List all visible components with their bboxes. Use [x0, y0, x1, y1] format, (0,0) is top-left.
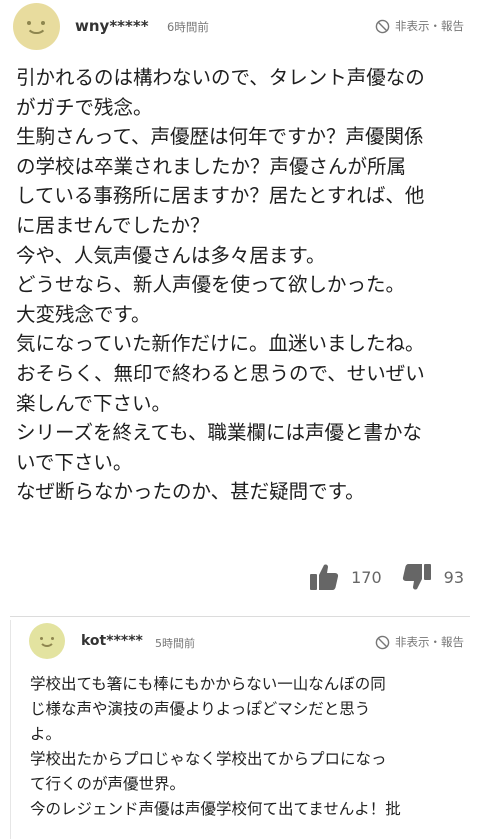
- smiley-avatar-icon[interactable]: [29, 623, 65, 659]
- avatar-mouth: [26, 24, 47, 34]
- dislike-count: 93: [443, 567, 464, 587]
- comment-line: おそらく、無印で終わると思うので、せいぜい: [16, 361, 425, 385]
- comment-body: 学校出ても箸にも棒にもかからない一山なんぼの同 じ様な声や演技の声優よりよっぽど…: [30, 672, 401, 822]
- comment-line: 学校出たからプロじゃなく学校出てからプロになっ: [30, 750, 387, 768]
- comment-line: の学校は卒業されましたか？声優さんが所属: [16, 154, 407, 178]
- comment-line: 楽しんで下さい。: [16, 391, 172, 415]
- dislike-button[interactable]: 93: [402, 563, 464, 591]
- comment-line: している事務所に居ますか？居たとすれば、他: [16, 184, 425, 208]
- ban-icon: [375, 19, 390, 33]
- thumbs-down-icon: [402, 564, 431, 590]
- comment-line: 引かれるのは構わないので、タレント声優なの: [16, 66, 425, 89]
- comment-username[interactable]: wny*****: [75, 17, 149, 35]
- comment-timestamp: 6時間前: [167, 20, 209, 34]
- avatar-mouth: [39, 639, 55, 647]
- ban-icon: [375, 635, 390, 649]
- comment-line: に居ませんでしたか？: [16, 213, 210, 237]
- hide-report-label: 非表示・報告: [395, 635, 464, 649]
- comment-line: いで下さい。: [16, 450, 133, 474]
- comment-line: なぜ断らなかったのか、甚だ疑問です。: [16, 480, 365, 504]
- hide-report-button[interactable]: 非表示・報告: [375, 634, 464, 650]
- comment-line: 学校出ても箸にも棒にもかからない一山なんぼの同: [30, 675, 386, 693]
- comment-line: 今のレジェンド声優は声優学校何て出てませんよ！批: [30, 800, 401, 818]
- comment-line: 大変残念です。: [16, 302, 151, 326]
- smiley-avatar-icon[interactable]: [13, 3, 60, 50]
- comment-line: がガチで残念。: [16, 95, 153, 119]
- vote-bar: 170 93: [309, 563, 464, 591]
- hide-report-label: 非表示・報告: [395, 19, 464, 33]
- comment-line: どうせなら、新人声優を使って欲しかった。: [16, 273, 406, 297]
- like-button[interactable]: 170: [309, 563, 402, 591]
- comment-timestamp: 5時間前: [155, 637, 195, 650]
- comment-line: 生駒さんって、声優歴は何年ですか？声優関係: [16, 125, 424, 149]
- like-count: 170: [351, 567, 382, 587]
- comment-body: 引かれるのは構わないので、タレント声優なの がガチで残念。 生駒さんって、声優歴…: [16, 63, 425, 507]
- hide-report-button[interactable]: 非表示・報告: [375, 18, 464, 34]
- comment-line: 気になっていた新作だけに。血迷いましたね。: [16, 332, 425, 356]
- thumbs-up-icon: [310, 564, 339, 590]
- comment-line: 今や、人気声優さんは多々居ます。: [16, 243, 326, 267]
- comment-line: シリーズを終えても、職業欄には声優と書かな: [16, 421, 422, 445]
- comment-username[interactable]: kot*****: [81, 633, 143, 649]
- comment-divider: [10, 616, 470, 617]
- comment-line: じ様な声や演技の声優よりよっぽどマシだと思う: [30, 700, 371, 718]
- comment-line: て行くのが声優世界。: [30, 775, 186, 793]
- comment-line: よ。: [30, 725, 62, 743]
- reply-item: kot***** 5時間前 非表示・報告 学校出ても箸にも棒にもかからない一山な…: [0, 620, 480, 839]
- comment-item: wny***** 6時間前 非表示・報告 引かれるのは構わないので、タレント声優…: [0, 0, 480, 618]
